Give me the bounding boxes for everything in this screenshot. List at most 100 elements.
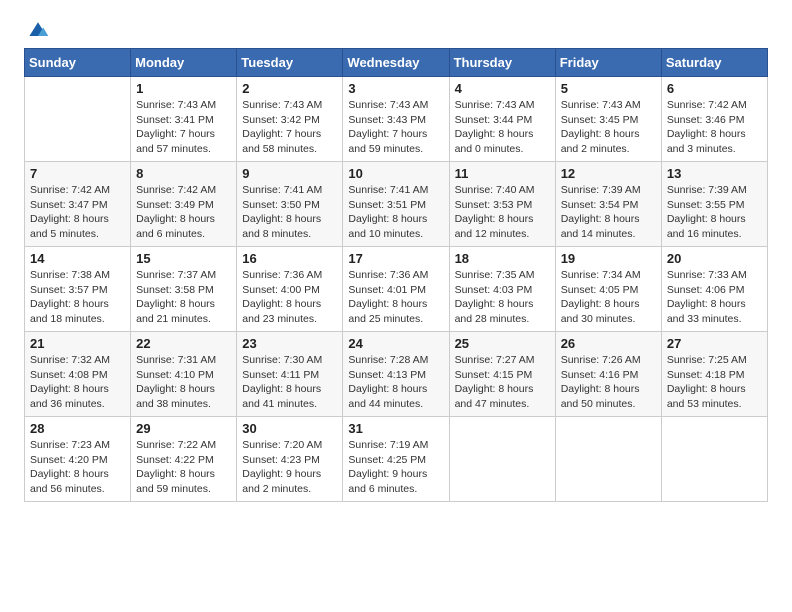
- calendar-cell: 3 Sunrise: 7:43 AMSunset: 3:43 PMDaylight…: [343, 77, 449, 162]
- calendar-cell: 21 Sunrise: 7:32 AMSunset: 4:08 PMDayligh…: [25, 332, 131, 417]
- day-info: Sunrise: 7:27 AMSunset: 4:15 PMDaylight:…: [455, 353, 550, 412]
- day-info: Sunrise: 7:23 AMSunset: 4:20 PMDaylight:…: [30, 438, 125, 497]
- day-number: 11: [455, 166, 550, 181]
- calendar-cell: 11 Sunrise: 7:40 AMSunset: 3:53 PMDayligh…: [449, 162, 555, 247]
- day-number: 22: [136, 336, 231, 351]
- day-info: Sunrise: 7:42 AMSunset: 3:46 PMDaylight:…: [667, 98, 762, 157]
- week-row-2: 7 Sunrise: 7:42 AMSunset: 3:47 PMDaylight…: [25, 162, 768, 247]
- day-info: Sunrise: 7:39 AMSunset: 3:54 PMDaylight:…: [561, 183, 656, 242]
- calendar-cell: 28 Sunrise: 7:23 AMSunset: 4:20 PMDayligh…: [25, 417, 131, 502]
- day-info: Sunrise: 7:26 AMSunset: 4:16 PMDaylight:…: [561, 353, 656, 412]
- day-number: 4: [455, 81, 550, 96]
- col-header-friday: Friday: [555, 49, 661, 77]
- day-number: 12: [561, 166, 656, 181]
- calendar-cell: 30 Sunrise: 7:20 AMSunset: 4:23 PMDayligh…: [237, 417, 343, 502]
- day-info: Sunrise: 7:34 AMSunset: 4:05 PMDaylight:…: [561, 268, 656, 327]
- calendar-cell: 25 Sunrise: 7:27 AMSunset: 4:15 PMDayligh…: [449, 332, 555, 417]
- calendar-cell: 27 Sunrise: 7:25 AMSunset: 4:18 PMDayligh…: [661, 332, 767, 417]
- week-row-4: 21 Sunrise: 7:32 AMSunset: 4:08 PMDayligh…: [25, 332, 768, 417]
- day-number: 9: [242, 166, 337, 181]
- day-number: 10: [348, 166, 443, 181]
- day-number: 30: [242, 421, 337, 436]
- day-info: Sunrise: 7:42 AMSunset: 3:49 PMDaylight:…: [136, 183, 231, 242]
- calendar-cell: 22 Sunrise: 7:31 AMSunset: 4:10 PMDayligh…: [131, 332, 237, 417]
- header: [24, 20, 768, 40]
- calendar-cell: 23Sunrise: 7:30 AMSunset: 4:11 PMDayligh…: [237, 332, 343, 417]
- calendar-cell: 31 Sunrise: 7:19 AMSunset: 4:25 PMDayligh…: [343, 417, 449, 502]
- calendar-cell: 9 Sunrise: 7:41 AMSunset: 3:50 PMDaylight…: [237, 162, 343, 247]
- day-info: Sunrise: 7:43 AMSunset: 3:42 PMDaylight:…: [242, 98, 337, 157]
- day-number: 17: [348, 251, 443, 266]
- calendar-cell: [555, 417, 661, 502]
- col-header-saturday: Saturday: [661, 49, 767, 77]
- day-number: 15: [136, 251, 231, 266]
- day-number: 25: [455, 336, 550, 351]
- day-info: Sunrise: 7:42 AMSunset: 3:47 PMDaylight:…: [30, 183, 125, 242]
- day-number: 7: [30, 166, 125, 181]
- header-row: SundayMondayTuesdayWednesdayThursdayFrid…: [25, 49, 768, 77]
- day-number: 6: [667, 81, 762, 96]
- day-info: Sunrise: 7:31 AMSunset: 4:10 PMDaylight:…: [136, 353, 231, 412]
- day-info: Sunrise: 7:37 AMSunset: 3:58 PMDaylight:…: [136, 268, 231, 327]
- calendar-cell: [449, 417, 555, 502]
- calendar-cell: 14Sunrise: 7:38 AMSunset: 3:57 PMDayligh…: [25, 247, 131, 332]
- day-number: 28: [30, 421, 125, 436]
- day-number: 20: [667, 251, 762, 266]
- day-number: 14: [30, 251, 125, 266]
- day-number: 24: [348, 336, 443, 351]
- day-info: Sunrise: 7:19 AMSunset: 4:25 PMDaylight:…: [348, 438, 443, 497]
- day-info: Sunrise: 7:36 AMSunset: 4:01 PMDaylight:…: [348, 268, 443, 327]
- day-info: Sunrise: 7:41 AMSunset: 3:50 PMDaylight:…: [242, 183, 337, 242]
- day-number: 5: [561, 81, 656, 96]
- day-info: Sunrise: 7:36 AMSunset: 4:00 PMDaylight:…: [242, 268, 337, 327]
- calendar-cell: 19 Sunrise: 7:34 AMSunset: 4:05 PMDayligh…: [555, 247, 661, 332]
- day-info: Sunrise: 7:32 AMSunset: 4:08 PMDaylight:…: [30, 353, 125, 412]
- calendar-cell: 15 Sunrise: 7:37 AMSunset: 3:58 PMDayligh…: [131, 247, 237, 332]
- calendar-cell: 7 Sunrise: 7:42 AMSunset: 3:47 PMDaylight…: [25, 162, 131, 247]
- calendar-cell: 16 Sunrise: 7:36 AMSunset: 4:00 PMDayligh…: [237, 247, 343, 332]
- week-row-5: 28 Sunrise: 7:23 AMSunset: 4:20 PMDayligh…: [25, 417, 768, 502]
- day-info: Sunrise: 7:35 AMSunset: 4:03 PMDaylight:…: [455, 268, 550, 327]
- calendar-cell: 20 Sunrise: 7:33 AMSunset: 4:06 PMDayligh…: [661, 247, 767, 332]
- week-row-1: 1 Sunrise: 7:43 AMSunset: 3:41 PMDaylight…: [25, 77, 768, 162]
- day-info: Sunrise: 7:43 AMSunset: 3:45 PMDaylight:…: [561, 98, 656, 157]
- day-number: 3: [348, 81, 443, 96]
- day-number: 1: [136, 81, 231, 96]
- calendar-cell: 6 Sunrise: 7:42 AMSunset: 3:46 PMDaylight…: [661, 77, 767, 162]
- calendar-cell: 5 Sunrise: 7:43 AMSunset: 3:45 PMDaylight…: [555, 77, 661, 162]
- day-number: 13: [667, 166, 762, 181]
- day-number: 31: [348, 421, 443, 436]
- day-info: Sunrise: 7:28 AMSunset: 4:13 PMDaylight:…: [348, 353, 443, 412]
- calendar-cell: 13Sunrise: 7:39 AMSunset: 3:55 PMDayligh…: [661, 162, 767, 247]
- day-info: Sunrise: 7:33 AMSunset: 4:06 PMDaylight:…: [667, 268, 762, 327]
- day-number: 26: [561, 336, 656, 351]
- day-info: Sunrise: 7:40 AMSunset: 3:53 PMDaylight:…: [455, 183, 550, 242]
- day-info: Sunrise: 7:20 AMSunset: 4:23 PMDaylight:…: [242, 438, 337, 497]
- col-header-tuesday: Tuesday: [237, 49, 343, 77]
- calendar-table: SundayMondayTuesdayWednesdayThursdayFrid…: [24, 48, 768, 502]
- day-info: Sunrise: 7:43 AMSunset: 3:41 PMDaylight:…: [136, 98, 231, 157]
- calendar-cell: 4Sunrise: 7:43 AMSunset: 3:44 PMDaylight…: [449, 77, 555, 162]
- day-number: 8: [136, 166, 231, 181]
- day-info: Sunrise: 7:30 AMSunset: 4:11 PMDaylight:…: [242, 353, 337, 412]
- calendar-cell: [25, 77, 131, 162]
- col-header-wednesday: Wednesday: [343, 49, 449, 77]
- day-number: 19: [561, 251, 656, 266]
- day-number: 29: [136, 421, 231, 436]
- calendar-cell: [661, 417, 767, 502]
- calendar-cell: 1 Sunrise: 7:43 AMSunset: 3:41 PMDaylight…: [131, 77, 237, 162]
- day-number: 16: [242, 251, 337, 266]
- calendar-cell: 8 Sunrise: 7:42 AMSunset: 3:49 PMDaylight…: [131, 162, 237, 247]
- week-row-3: 14Sunrise: 7:38 AMSunset: 3:57 PMDayligh…: [25, 247, 768, 332]
- calendar-cell: 29 Sunrise: 7:22 AMSunset: 4:22 PMDayligh…: [131, 417, 237, 502]
- logo-icon: [26, 20, 50, 40]
- day-number: 21: [30, 336, 125, 351]
- day-info: Sunrise: 7:25 AMSunset: 4:18 PMDaylight:…: [667, 353, 762, 412]
- calendar-cell: 12 Sunrise: 7:39 AMSunset: 3:54 PMDayligh…: [555, 162, 661, 247]
- day-info: Sunrise: 7:22 AMSunset: 4:22 PMDaylight:…: [136, 438, 231, 497]
- day-info: Sunrise: 7:43 AMSunset: 3:43 PMDaylight:…: [348, 98, 443, 157]
- col-header-sunday: Sunday: [25, 49, 131, 77]
- day-number: 18: [455, 251, 550, 266]
- logo: [24, 20, 50, 40]
- day-number: 27: [667, 336, 762, 351]
